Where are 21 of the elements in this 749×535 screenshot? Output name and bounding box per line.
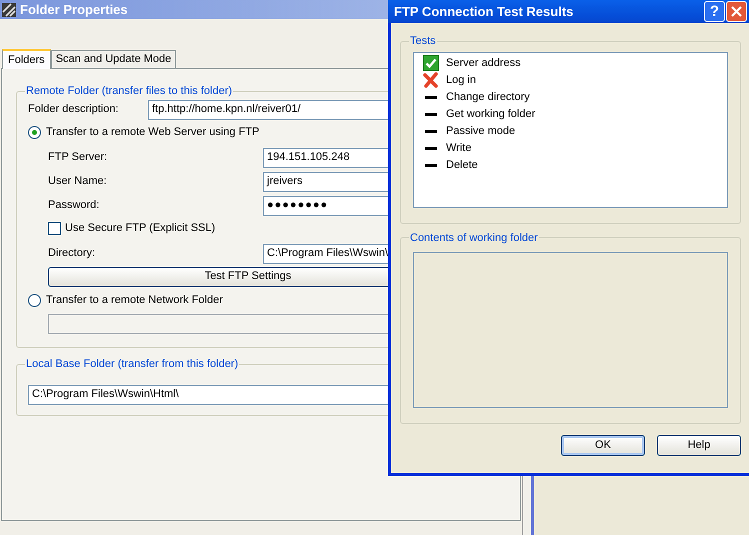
test-item: Log in [446,72,476,88]
radio-label: Transfer to a remote Web Server using FTP [46,125,260,140]
test-item: Server address [446,56,521,71]
group-title: Remote Folder (transfer files to this folder) [25,84,234,99]
test-item: Passive mode [446,124,516,139]
field-label: Folder description: [28,102,120,118]
test-item: Get working folder [446,106,536,122]
checkbox-label: Use Secure FTP (Explicit SSL) [65,221,216,236]
radio-label: Transfer to a remote Network Folder [46,293,223,308]
field-label: User Name: [48,174,108,190]
group-title: Contents of working folder [409,230,539,246]
field-label: Password: [48,198,100,214]
window-title: Folder Properties [20,0,128,19]
dialog-title: FTP Connection Test Results [394,2,574,21]
group-title: Tests [409,34,437,49]
test-item: Change directory [446,90,530,105]
field-label: Directory: [48,246,96,262]
group-title: Local Base Folder (transfer from this folder) [25,357,240,372]
field-label: FTP Server: [48,150,108,166]
test-item: Delete [446,158,478,173]
test-item: Write [446,140,472,156]
